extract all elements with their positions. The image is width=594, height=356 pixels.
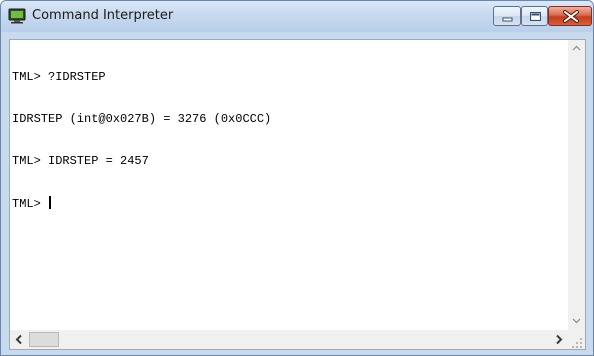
vertical-scrollbar[interactable] — [568, 40, 585, 330]
maximize-icon — [530, 12, 541, 21]
console-line: IDRSTEP (int@0x027B) = 3276 (0x0CCC) — [12, 112, 272, 126]
close-button[interactable] — [548, 6, 592, 26]
chevron-right-icon — [556, 334, 563, 345]
size-grip[interactable] — [568, 330, 585, 349]
close-icon — [563, 10, 579, 23]
console-line: TML> IDRSTEP = 2457 — [12, 154, 149, 168]
horizontal-scroll-thumb[interactable] — [29, 332, 59, 347]
horizontal-scrollbar[interactable] — [10, 330, 568, 349]
title-bar[interactable]: Command Interpreter — [1, 1, 593, 32]
window-title: Command Interpreter — [32, 8, 174, 23]
console-output[interactable]: TML> ?IDRSTEP IDRSTEP (int@0x027B) = 327… — [12, 42, 564, 322]
minimize-icon — [502, 17, 513, 22]
scroll-down-button[interactable] — [568, 312, 585, 329]
text-cursor — [49, 196, 52, 209]
maximize-button[interactable] — [521, 6, 548, 26]
command-interpreter-window: Command Interpreter TML> ?IDRSTEP IDRSTE… — [0, 0, 594, 356]
chevron-left-icon — [15, 334, 22, 345]
scroll-left-button[interactable] — [10, 331, 28, 348]
console-client-area[interactable]: TML> ?IDRSTEP IDRSTEP (int@0x027B) = 327… — [9, 39, 586, 350]
chevron-down-icon — [572, 318, 581, 324]
terminal-monitor-icon — [8, 8, 26, 24]
console-input-line[interactable]: TML> — [12, 196, 564, 211]
console-line: TML> ?IDRSTEP — [12, 70, 106, 84]
scroll-up-button[interactable] — [568, 40, 585, 57]
minimize-button[interactable] — [493, 6, 521, 26]
scroll-right-button[interactable] — [550, 331, 568, 348]
console-prompt: TML> — [12, 197, 49, 211]
chevron-up-icon — [572, 45, 581, 51]
